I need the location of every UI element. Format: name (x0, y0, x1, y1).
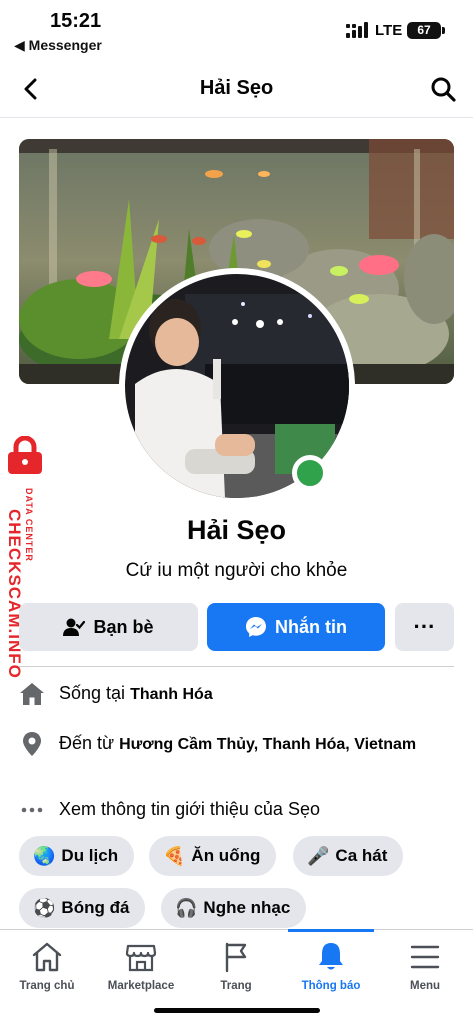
profile-bio: Cứ iu một người cho khỏe (125, 560, 348, 581)
lock-icon (8, 436, 42, 474)
from-place[interactable]: Hương Cầm Thủy, Thanh Hóa, Vietnam (119, 736, 416, 753)
microphone-icon: 🎤 (307, 845, 330, 867)
profile-name: Hải Sẹo (186, 515, 287, 545)
page-title: Hải Sẹo (199, 77, 274, 99)
message-button-label: Nhắn tin (275, 616, 347, 637)
friends-button-label: Bạn bè (93, 616, 154, 637)
tab-label: Thông báo (301, 980, 361, 992)
tab-label: Marketplace (107, 980, 175, 992)
more-dots-icon (19, 797, 45, 823)
search-icon (431, 77, 456, 102)
network-type: LTE (375, 22, 403, 39)
flag-icon (225, 942, 247, 973)
tab-menu[interactable]: Menu (378, 940, 472, 992)
back-to-messenger-link[interactable]: ◀ Messenger (14, 37, 102, 54)
search-button[interactable] (426, 72, 460, 106)
lives-in-prefix: Sống tại (59, 683, 131, 703)
status-bar: 15:21 ◀ Messenger LTE 67 (0, 0, 473, 58)
profile-header: Hải Sẹo (0, 60, 473, 118)
tab-label: Trang chủ (19, 980, 75, 992)
divider (19, 666, 454, 667)
hobby-label: Ca hát (335, 846, 388, 865)
home-icon (32, 942, 62, 972)
tab-label: Trang (220, 980, 252, 992)
hobby-chip[interactable]: 🌏 Du lịch (19, 836, 135, 876)
more-icon: ··· (413, 614, 436, 639)
tab-label: Menu (409, 980, 441, 992)
marketplace-icon (125, 944, 157, 972)
battery-icon: 67 (407, 22, 441, 39)
see-more-about-link[interactable]: Xem thông tin giới thiệu của Sẹo (59, 798, 454, 821)
signal-icon (346, 22, 368, 38)
active-tab-indicator (288, 929, 374, 932)
home-indicator (154, 1008, 320, 1013)
tab-marketplace[interactable]: Marketplace (94, 940, 188, 992)
menu-icon (410, 945, 440, 969)
location-pin-icon (19, 731, 45, 757)
hobby-label: Nghe nhạc (203, 898, 291, 917)
pizza-icon: 🍕 (163, 845, 186, 867)
messenger-icon (246, 617, 266, 637)
hobby-label: Du lịch (61, 846, 119, 865)
soccer-ball-icon: ⚽ (33, 897, 56, 919)
tab-notifications[interactable]: Thông báo (284, 940, 378, 992)
friends-button[interactable]: Bạn bè (19, 603, 198, 651)
lives-in-place[interactable]: Thanh Hóa (130, 686, 213, 703)
battery-tip (442, 27, 445, 34)
hobby-chip[interactable]: ⚽ Bóng đá (19, 888, 146, 928)
message-button[interactable]: Nhắn tin (207, 603, 385, 651)
online-status-dot (292, 455, 328, 491)
hobby-chip[interactable]: 🍕 Ăn uống (149, 836, 277, 876)
hobby-label: Bóng đá (61, 898, 130, 917)
globe-icon: 🌏 (33, 845, 56, 867)
status-time: 15:21 (50, 10, 102, 32)
hobby-label: Ăn uống (191, 846, 261, 865)
hobby-chip[interactable]: 🎧 Nghe nhạc (161, 888, 307, 928)
hobby-chip[interactable]: 🎤 Ca hát (293, 836, 404, 876)
friend-check-icon (63, 618, 86, 636)
tab-pages[interactable]: Trang (189, 940, 283, 992)
bell-icon (319, 943, 343, 970)
tab-home[interactable]: Trang chủ (0, 940, 94, 992)
more-options-button[interactable]: ··· (395, 603, 454, 651)
home-icon (19, 681, 45, 707)
headphones-icon: 🎧 (175, 897, 198, 919)
from-prefix: Đến từ (59, 733, 120, 753)
